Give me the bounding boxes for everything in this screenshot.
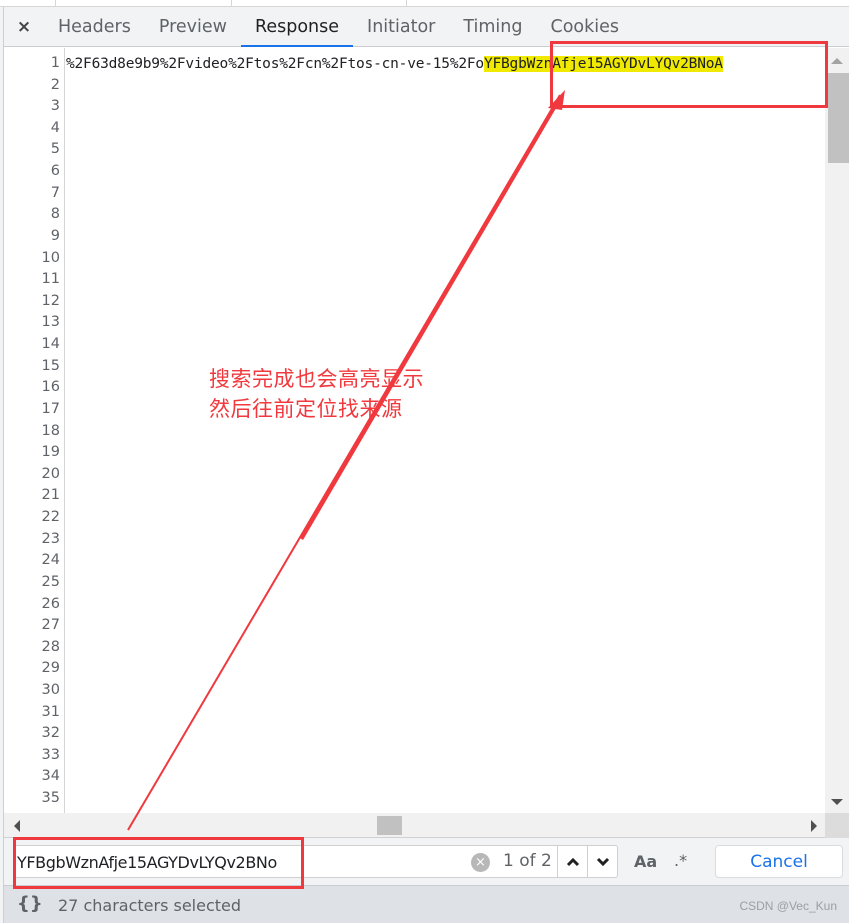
scroll-right-arrow-icon[interactable]	[811, 820, 817, 832]
top-strip	[0, 0, 849, 7]
scroll-left-arrow-icon[interactable]	[14, 820, 20, 832]
divider	[231, 0, 232, 6]
chevron-up-icon	[566, 857, 579, 866]
divider	[55, 0, 56, 6]
line-number: 32	[41, 725, 60, 742]
tab-response[interactable]: Response	[240, 7, 354, 47]
line-number: 28	[41, 638, 60, 655]
regex-toggle[interactable]: .*	[674, 851, 687, 870]
line-number: 26	[41, 595, 60, 612]
watermark: CSDN @Vec_Kun	[739, 899, 837, 913]
line-number: 23	[41, 530, 60, 547]
line-number: 18	[41, 422, 60, 439]
line-number: 11	[41, 271, 60, 288]
tab-headers[interactable]: Headers	[44, 7, 145, 46]
tab-preview[interactable]: Preview	[145, 7, 241, 46]
line-number: 27	[41, 617, 60, 634]
line-number: 10	[41, 249, 60, 266]
line-number: 30	[41, 681, 60, 698]
chevron-down-icon	[596, 857, 609, 866]
code-line-1[interactable]: %2F63d8e9b9%2Fvideo%2Ftos%2Fcn%2Ftos-cn-…	[66, 53, 723, 75]
code-text: %2F63d8e9b9%2Fvideo%2Ftos%2Fcn%2Ftos-cn-…	[66, 56, 484, 72]
line-number: 3	[50, 98, 60, 115]
search-input[interactable]	[17, 850, 467, 874]
line-number: 29	[41, 660, 60, 677]
line-number: 4	[50, 119, 60, 136]
tab-bar: × Headers Preview Response Initiator Tim…	[4, 7, 849, 47]
scrollbar-corner	[825, 813, 849, 838]
pretty-print-icon[interactable]: {}	[17, 893, 43, 914]
close-panel-icon[interactable]: ×	[4, 7, 44, 46]
selection-status: 27 characters selected	[58, 896, 242, 915]
line-number: 13	[41, 314, 60, 331]
line-number: 19	[41, 444, 60, 461]
line-number-gutter: 1 2 3 4 5 6 7 8 9 10 11 12 13 14 15 16 17 18 19 20 21 22 23 24 2…	[4, 48, 65, 813]
scroll-down-arrow-icon[interactable]	[831, 799, 843, 805]
line-number: 7	[50, 184, 60, 201]
line-number: 34	[41, 768, 60, 785]
search-field: × 1 of 2	[14, 845, 618, 878]
line-number: 8	[50, 206, 60, 223]
line-number: 33	[41, 746, 60, 763]
line-number: 1	[50, 55, 60, 71]
line-number: 15	[41, 357, 60, 374]
line-number: 25	[41, 573, 60, 590]
line-number: 35	[41, 790, 60, 807]
line-number: 17	[41, 400, 60, 417]
vertical-scrollbar[interactable]	[825, 48, 849, 813]
match-case-toggle[interactable]: Aa	[634, 852, 657, 871]
line-number: 12	[41, 292, 60, 309]
line-number: 24	[41, 552, 60, 569]
line-number: 16	[41, 379, 60, 396]
search-bar: × 1 of 2 Aa .* Cancel	[4, 838, 849, 886]
tab-timing[interactable]: Timing	[449, 7, 536, 46]
scroll-up-arrow-icon[interactable]	[831, 58, 843, 64]
tab-cookies[interactable]: Cookies	[536, 7, 633, 46]
next-match-button[interactable]	[587, 846, 617, 877]
horizontal-scroll-thumb[interactable]	[377, 816, 402, 835]
horizontal-scrollbar[interactable]	[4, 813, 825, 838]
line-number: 31	[41, 703, 60, 720]
response-editor[interactable]: 1 2 3 4 5 6 7 8 9 10 11 12 13 14 15 16 17 18 19 20 21 22 23 24 2…	[4, 48, 825, 813]
previous-match-button[interactable]	[557, 846, 587, 877]
line-number: 22	[41, 509, 60, 526]
clear-search-icon[interactable]: ×	[471, 853, 490, 872]
divider	[406, 0, 407, 6]
tab-initiator[interactable]: Initiator	[353, 7, 449, 46]
line-number: 6	[50, 163, 60, 180]
line-number: 14	[41, 336, 60, 353]
line-number: 21	[41, 487, 60, 504]
line-number: 2	[50, 76, 60, 93]
line-number: 5	[50, 141, 60, 158]
cancel-button[interactable]: Cancel	[715, 845, 843, 878]
search-highlight: YFBgbWznAfje15AGYDvLYQv2BNoA	[483, 56, 723, 72]
status-bar: {} 27 characters selected CSDN @Vec_Kun	[4, 886, 849, 923]
line-number: 9	[50, 227, 60, 244]
vertical-scroll-thumb[interactable]	[828, 73, 849, 163]
match-count: 1 of 2	[503, 851, 552, 871]
line-number: 20	[41, 465, 60, 482]
